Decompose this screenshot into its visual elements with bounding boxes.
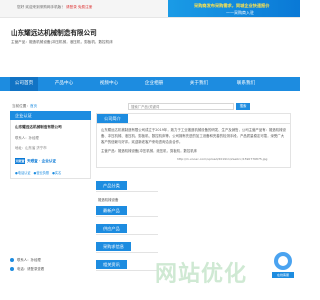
banner-line2: ——采购商入驻 xyxy=(226,10,254,15)
main-products: 主营产品：锻造机械设备|冲压机械，液压机，剪板机，数控机床 xyxy=(11,40,113,44)
header: 山东耀远达机械制造有限公司 主营产品：锻造机械设备|冲压机械，液压机，剪板机，数… xyxy=(0,18,300,59)
nav-item-contact[interactable]: 联系我们 xyxy=(232,77,260,91)
banner-line1: 采购商发布采购需求，同城企业快速报价 xyxy=(194,3,270,8)
service-label: 在线客服 xyxy=(272,272,294,278)
company-name: 山东耀远达机械制造有限公司 xyxy=(11,29,97,37)
main-nav: 公司首页 产品中心 视频中心 企业相册 关于我们 联系我们 xyxy=(0,77,300,91)
sidebar-contact: 联系人：孙经理 xyxy=(15,136,39,140)
breadcrumb-home[interactable]: 首页 xyxy=(30,104,37,108)
contact-info: 联系人：孙经理 电话：请登录查看 xyxy=(10,253,91,271)
register-link[interactable]: 免费注册 xyxy=(78,5,92,9)
breadcrumb-prefix: 当前位置： xyxy=(12,104,30,108)
intro-title: 公司简介 xyxy=(97,114,128,123)
relevant-section: 相关资讯 xyxy=(96,251,158,271)
purchase-title: 采购求信息 xyxy=(96,242,131,251)
products-title: 产品分类 xyxy=(96,181,127,190)
realname-verified-badge: ●实名 xyxy=(52,171,62,175)
welcome-prefix: 您好 欢迎来到采购网手机版！ xyxy=(17,5,65,9)
intro-spacer xyxy=(97,161,290,167)
phone-icon xyxy=(10,266,14,271)
top-bar: 您好 欢迎来到采购网手机版！ 请登录 免费注册 采购商发布采购需求，同城企业快速… xyxy=(0,0,300,18)
welcome-text: 您好 欢迎来到采购网手机版！ 请登录 免费注册 xyxy=(17,5,92,10)
cert-logo-icon: 天眼查 xyxy=(15,158,25,164)
latest-section: 最新产品 xyxy=(96,197,158,217)
purchase-section: 采购求信息 xyxy=(96,233,158,253)
search-input[interactable]: 搜索厂产品/关键词 xyxy=(128,103,234,110)
latest-title: 最新产品 xyxy=(96,206,127,215)
verify-badges: ●电话认证 ●营业执照 ●实名 xyxy=(15,170,86,175)
phone-verified-badge: ●电话认证 xyxy=(15,171,31,175)
license-verified-badge: ●营业执照 xyxy=(33,171,50,175)
customer-service-widget[interactable]: 在线客服 xyxy=(272,252,294,278)
nav-item-home[interactable]: 公司首页 xyxy=(10,77,38,91)
service-face-icon xyxy=(278,256,288,266)
sidebar-address: 地址：山东省 济宁市 xyxy=(15,146,47,150)
supply-title: 供应产品 xyxy=(96,224,127,233)
products-divider xyxy=(96,191,158,192)
watermark: 网站优化 xyxy=(155,262,248,287)
intro-section: 公司简介 山东耀远达机械制造有限公司成立于2019年，致力于工业锻造机械设备的研… xyxy=(96,113,291,168)
login-link[interactable]: 请登录 xyxy=(66,5,77,9)
nav-item-videos[interactable]: 视频中心 xyxy=(95,77,123,91)
supply-section: 供应产品 xyxy=(96,215,158,235)
intro-header: 公司简介 xyxy=(97,114,290,124)
intro-products: 主营产品：锻造机械设备|冲压机械，液压机，剪板机，数控机床 xyxy=(101,149,198,153)
breadcrumb: 当前位置：首页 xyxy=(12,104,37,109)
cert-text: 天眼查 · 企业认证 xyxy=(27,158,57,163)
intro-text: 山东耀远达机械制造有限公司成立于2019年，致力于工业锻造机械设备的研发、生产及… xyxy=(101,128,286,144)
cert-badge[interactable]: 天眼查 天眼查 · 企业认证 xyxy=(15,158,86,164)
person-icon xyxy=(10,257,14,262)
top-banner[interactable]: 采购商发布采购需求，同城企业快速报价 ——采购商入驻 xyxy=(168,0,300,17)
sidebar-box: 山东耀远达机械制造有限公司 联系人：孙经理 地址：山东省 济宁市 天眼查 天眼查… xyxy=(10,120,91,179)
relevant-divider xyxy=(96,270,158,271)
sidebar-title: 企业认证 xyxy=(10,111,91,120)
contact-phone-text: 电话：请登录查看 xyxy=(17,267,45,271)
contact-row-phone: 电话：请登录查看 xyxy=(10,266,91,271)
nav-item-album[interactable]: 企业相册 xyxy=(140,77,168,91)
contact-row-person: 联系人：孙经理 xyxy=(10,257,91,262)
sidebar-company: 山东耀远达机械制造有限公司 xyxy=(15,125,62,129)
sidebar: 企业认证 山东耀远达机械制造有限公司 联系人：孙经理 地址：山东省 济宁市 天眼… xyxy=(10,111,91,179)
relevant-title: 相关资讯 xyxy=(96,260,127,269)
search-button[interactable]: 搜索 xyxy=(236,103,250,110)
contact-person-text: 联系人：孙经理 xyxy=(17,258,41,262)
nav-item-about[interactable]: 关于我们 xyxy=(185,77,213,91)
nav-item-products[interactable]: 产品中心 xyxy=(50,77,78,91)
